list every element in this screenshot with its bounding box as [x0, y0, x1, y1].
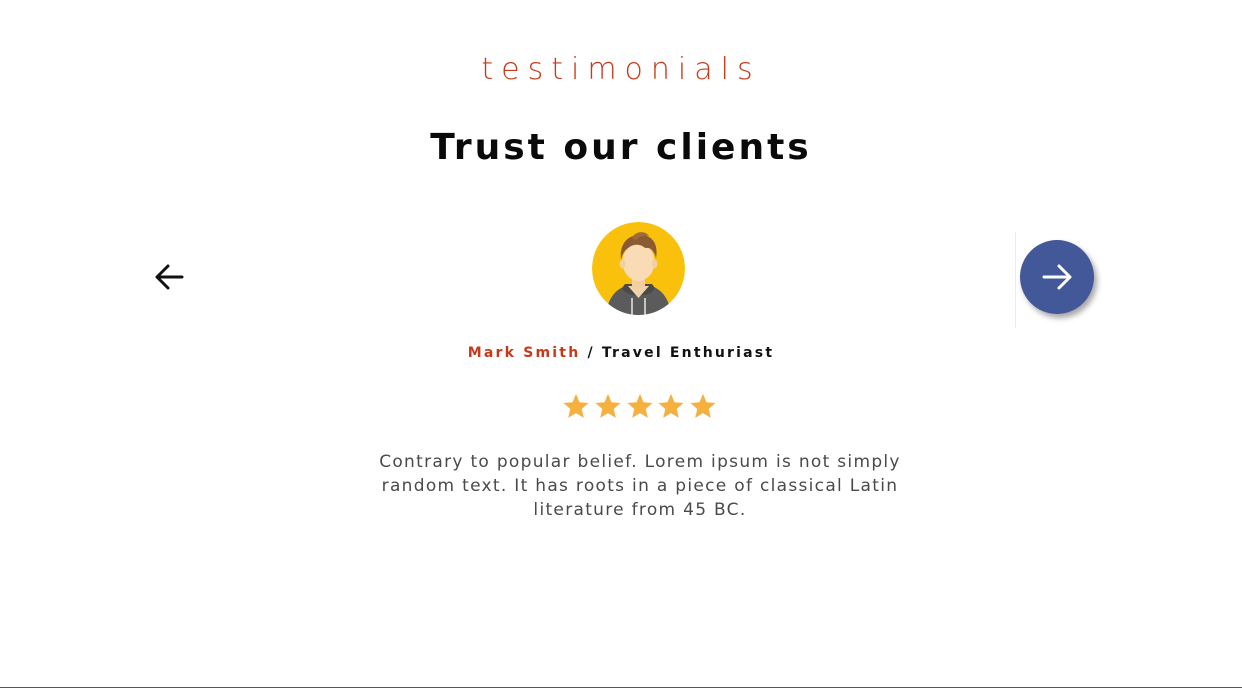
avatar	[592, 222, 685, 315]
star-icon	[563, 393, 589, 418]
star-icon	[626, 393, 653, 418]
section-title: Trust our clients	[430, 127, 812, 168]
arrow-left-icon	[155, 264, 184, 290]
arrow-right-icon	[1042, 264, 1072, 290]
star-rating	[562, 392, 717, 422]
section-eyebrow: testimonials	[481, 52, 761, 87]
client-role: Travel Enthuriast	[601, 345, 775, 361]
testimonials-section: testimonials Trust our clients Mark Smit…	[0, 0, 1242, 688]
byline-separator: /	[580, 345, 602, 361]
star-icon	[595, 393, 621, 418]
client-name: Mark Smith	[467, 345, 581, 361]
testimonial-quote: Contrary to popular belief. Lorem ipsum …	[379, 452, 901, 520]
previous-button[interactable]	[148, 254, 192, 300]
star-icon	[690, 393, 716, 418]
next-button-container	[1015, 232, 1106, 328]
next-button[interactable]	[1020, 240, 1094, 314]
star-icon	[658, 393, 684, 418]
testimonial-byline: Mark Smith / Travel Enthuriast	[0, 345, 1242, 361]
